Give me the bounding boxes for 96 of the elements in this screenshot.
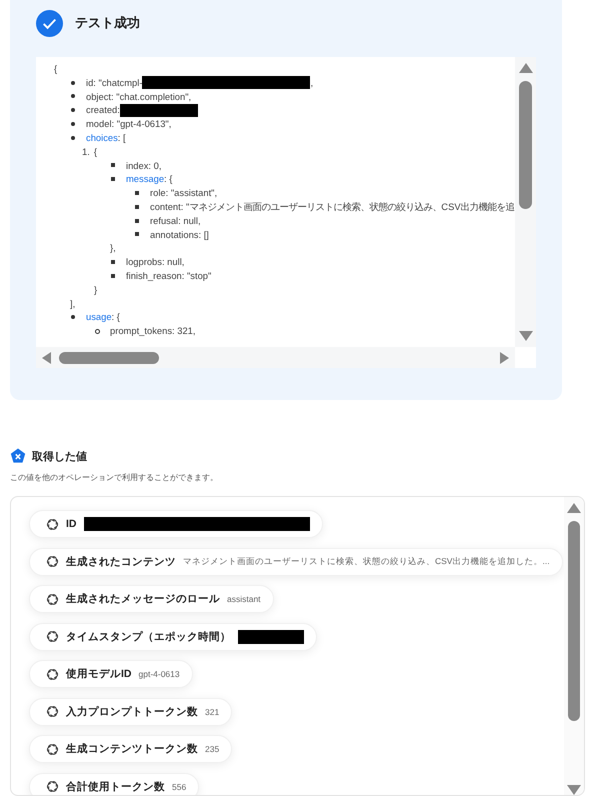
json-value: : [] [198, 228, 209, 242]
chip-label: 合計使用トークン数 [66, 780, 165, 794]
scroll-down-icon[interactable] [567, 784, 581, 794]
chip-value: 321 [205, 706, 220, 716]
json-key-link[interactable]: usage [86, 310, 112, 324]
json-key: logprobs [126, 255, 162, 269]
chip-label: 生成されたコンテンツ [66, 554, 176, 568]
bullet-icon [135, 191, 139, 196]
knot-icon [46, 518, 59, 530]
scroll-thumb[interactable] [568, 521, 580, 721]
value-chip[interactable]: 生成されたコンテンツ マネジメント画面のユーザーリストに検索、状態の絞り込み、CSV出力機能を追加した。... [29, 548, 563, 576]
value-chip[interactable]: 生成されたメッセージのロール assistant [29, 585, 274, 613]
knot-icon [46, 592, 59, 606]
json-key: role [150, 186, 166, 200]
bullet-icon [135, 232, 139, 236]
bullet-icon [95, 329, 100, 334]
chip-label: ID [66, 518, 76, 530]
chip-label: 使用モデルID [66, 667, 132, 681]
horizontal-scrollbar[interactable] [36, 347, 515, 368]
bullet-icon [71, 136, 75, 140]
value-chip[interactable]: 生成コンテンツトークン数 235 [29, 735, 232, 763]
json-key: created [86, 103, 118, 118]
json-value: : null, [178, 214, 201, 228]
json-value: : [ [118, 130, 126, 145]
json-key: finish_reason [126, 268, 182, 283]
list-number: 1. [82, 144, 90, 159]
bullet-icon [135, 204, 139, 209]
knot-icon [46, 780, 59, 793]
json-value: { [94, 144, 97, 159]
json-key: content [150, 200, 181, 214]
value-chip[interactable]: 合計使用トークン数 556 [29, 772, 200, 795]
json-value: : null, [162, 255, 184, 269]
json-punctuation: , [310, 76, 314, 90]
value-chip[interactable]: 入力プロンプトトークン数 321 [29, 698, 232, 726]
chip-label: 生成コンテンツトークン数 [66, 742, 198, 756]
chip-label: 生成されたメッセージのロール [66, 592, 220, 606]
json-value: : "chat.completion", [111, 90, 192, 104]
knot-icon [46, 555, 59, 568]
knot-icon [46, 630, 59, 643]
bullet-icon [111, 274, 115, 278]
json-value: : { [112, 310, 120, 324]
json-value: : { [164, 172, 172, 186]
json-value: : 0, [148, 158, 162, 172]
bullet-icon [111, 260, 115, 264]
json-key-link[interactable]: message [126, 172, 164, 186]
json-punctuation: } [94, 282, 98, 297]
chip-value: マネジメント画面のユーザーリストに検索、状態の絞り込み、CSV出力機能を追加した。... [183, 556, 550, 568]
section-caption: この値を他のオペレーションで利用することができます。 [10, 472, 219, 483]
json-punctuation: { [54, 62, 58, 76]
json-value: : "assistant", [166, 186, 218, 200]
value-chip[interactable]: タイムスタンプ（エポック時間） [29, 622, 317, 650]
vertical-scrollbar[interactable] [515, 57, 536, 347]
bullet-icon [71, 80, 75, 85]
json-value: : 321, [172, 324, 196, 338]
knot-icon [46, 705, 59, 718]
scroll-right-icon[interactable] [500, 352, 509, 364]
scroll-thumb[interactable] [59, 352, 159, 364]
json-punctuation: ], [70, 296, 76, 310]
vertical-scrollbar[interactable] [564, 497, 584, 795]
json-key: annotations [150, 228, 198, 242]
json-value: : "マネジメント画面のユーザーリストに検索、状態の絞り込み、CSV出力機能を追 [180, 200, 515, 214]
section-title: 取得した値 [32, 450, 87, 464]
json-value: : "chatcmpl- [93, 76, 142, 90]
knot-icon [46, 668, 59, 680]
json-key: index [126, 158, 148, 172]
json-key: refusal [150, 214, 178, 228]
value-chip[interactable]: ID [29, 510, 322, 538]
chip-label: タイムスタンプ（エポック時間） [66, 630, 231, 644]
chip-label: 入力プロンプトトークン数 [66, 704, 198, 718]
json-key: id [86, 76, 94, 90]
json-value: : "gpt-4-0613", [112, 117, 172, 131]
json-punctuation: }, [110, 241, 116, 256]
bullet-icon [71, 94, 75, 98]
bullet-icon [71, 122, 75, 126]
bullet-icon [135, 218, 139, 223]
chip-value: assistant [227, 594, 261, 604]
bullet-icon [71, 108, 75, 112]
chip-value: gpt-4-0613 [138, 669, 180, 679]
status-title: テスト成功 [75, 14, 140, 32]
scroll-thumb[interactable] [519, 81, 532, 209]
knot-icon [46, 742, 59, 756]
value-chip[interactable]: 使用モデルID gpt-4-0613 [29, 660, 193, 688]
json-key-link[interactable]: choices [86, 130, 118, 145]
json-value: : [117, 103, 120, 118]
scroll-left-icon[interactable] [42, 352, 51, 364]
json-key: model [86, 117, 112, 131]
bullet-icon [111, 163, 115, 168]
check-icon [36, 10, 63, 36]
chip-value: 235 [205, 744, 220, 754]
chip-value: 556 [172, 782, 186, 792]
json-key: prompt_tokens [110, 324, 172, 338]
bullet-icon [71, 315, 75, 320]
json-value: : "stop" [182, 268, 212, 283]
variable-icon [10, 448, 26, 464]
bullet-icon [111, 177, 115, 182]
json-key: object [86, 90, 112, 104]
